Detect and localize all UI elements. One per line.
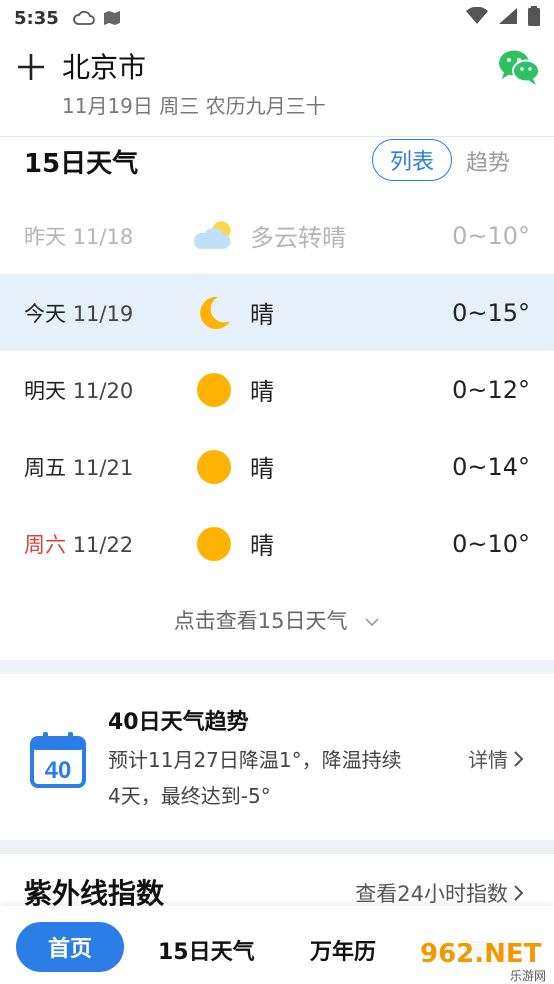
day-name: 明天 — [24, 378, 66, 403]
plus-icon — [18, 54, 44, 80]
header: 北京市 11月19日 周三 农历九月三十 — [0, 36, 554, 136]
uv-more-label: 查看24小时指数 — [355, 882, 508, 906]
temperature: 0~10° — [452, 529, 530, 558]
moon-icon — [192, 291, 236, 335]
forecast-row-today[interactable]: 今天 11/19 晴 0~15° — [0, 274, 554, 351]
condition: 晴 — [250, 378, 274, 406]
calendar-number: 40 — [45, 757, 72, 784]
day-name: 今天 — [24, 301, 66, 326]
day-date: 11/19 — [72, 301, 134, 326]
wechat-share-button[interactable] — [498, 48, 540, 86]
uv-section: 紫外线指数 查看24小时指数 — [0, 854, 554, 914]
condition: 多云转晴 — [250, 224, 346, 252]
section-divider — [0, 660, 554, 674]
city-name[interactable]: 北京市 — [62, 46, 146, 86]
day-label: 今天 11/19 — [24, 298, 133, 328]
cloud-notification-icon — [72, 10, 95, 26]
add-city-button[interactable] — [14, 50, 48, 84]
trend40-desc-line2: 4天，最终达到-5° — [108, 784, 271, 808]
site-watermark-logo: 962.NET 乐游网 — [414, 930, 554, 984]
uv-24h-link[interactable]: 查看24小时指数 — [355, 878, 524, 908]
condition: 晴 — [250, 301, 274, 329]
partly-cloudy-icon — [192, 214, 236, 258]
forecast-row-friday[interactable]: 周五 11/21 晴 0~14° — [0, 428, 554, 505]
chevron-right-icon — [514, 750, 524, 767]
day-label: 周六 11/22 — [24, 529, 133, 559]
nav-15-day[interactable]: 15日天气 — [158, 934, 255, 966]
forecast-title: 15日天气 — [24, 149, 139, 179]
status-bar: 5:35 — [0, 0, 554, 36]
calendar-icon: 40 — [28, 730, 88, 790]
map-notification-icon — [103, 10, 121, 26]
section-divider — [0, 840, 554, 854]
day-date: 11/20 — [72, 378, 134, 403]
day-name: 周六 — [24, 532, 66, 557]
forecast-row-yesterday[interactable]: 昨天 11/18 多云转晴 0~10° — [0, 197, 554, 274]
day-name: 昨天 — [24, 224, 66, 249]
date-line: 11月19日 周三 农历九月三十 — [62, 94, 326, 118]
nav-home[interactable]: 首页 — [16, 922, 124, 972]
sun-icon — [192, 368, 236, 412]
details-label: 详情 — [468, 748, 508, 772]
sun-icon — [192, 445, 236, 489]
day-date: 11/18 — [72, 224, 134, 249]
condition: 晴 — [250, 532, 274, 560]
watermark-sub: 乐游网 — [510, 969, 546, 983]
trend40-card[interactable]: 40 40日天气趋势 预计11月27日降温1°，降温持续 4天，最终达到-5° … — [0, 674, 554, 840]
sun-icon — [192, 522, 236, 566]
status-time: 5:35 — [14, 7, 59, 29]
temperature: 0~12° — [452, 375, 530, 404]
chevron-down-icon — [365, 618, 379, 627]
day-name: 周五 — [24, 455, 66, 480]
battery-icon — [528, 5, 540, 31]
trend40-title: 40日天气趋势 — [108, 710, 249, 735]
wechat-icon — [499, 50, 540, 85]
view-15-day-label: 点击查看15日天气 — [173, 609, 348, 633]
view-list-button[interactable]: 列表 — [372, 139, 452, 181]
trend40-details-link[interactable]: 详情 — [468, 744, 524, 773]
trend40-description: 预计11月27日降温1°，降温持续 4天，最终达到-5° — [108, 742, 448, 814]
day-date: 11/22 — [72, 532, 134, 557]
signal-icon — [498, 7, 518, 30]
view-15-day-link[interactable]: 点击查看15日天气 — [0, 605, 554, 635]
trend40-desc-line1: 预计11月27日降温1°，降温持续 — [108, 748, 402, 772]
temperature: 0~10° — [452, 221, 530, 250]
forecast-section: 15日天气 列表 趋势 昨天 11/18 多云转晴 0~10° 今天 11/19… — [0, 136, 554, 660]
watermark-text: 962.NET — [420, 939, 542, 969]
day-date: 11/21 — [72, 455, 134, 480]
wifi-icon — [466, 6, 488, 30]
temperature: 0~14° — [452, 452, 530, 481]
nav-calendar[interactable]: 万年历 — [310, 934, 376, 966]
day-label: 周五 11/21 — [24, 452, 133, 482]
temperature: 0~15° — [452, 298, 530, 327]
day-label: 明天 11/20 — [24, 375, 133, 405]
chevron-right-icon — [514, 885, 524, 901]
forecast-row-saturday[interactable]: 周六 11/22 晴 0~10° — [0, 505, 554, 582]
day-label: 昨天 11/18 — [24, 221, 133, 251]
forecast-row-tomorrow[interactable]: 明天 11/20 晴 0~12° — [0, 351, 554, 428]
condition: 晴 — [250, 455, 274, 483]
view-trend-button[interactable]: 趋势 — [466, 145, 510, 177]
